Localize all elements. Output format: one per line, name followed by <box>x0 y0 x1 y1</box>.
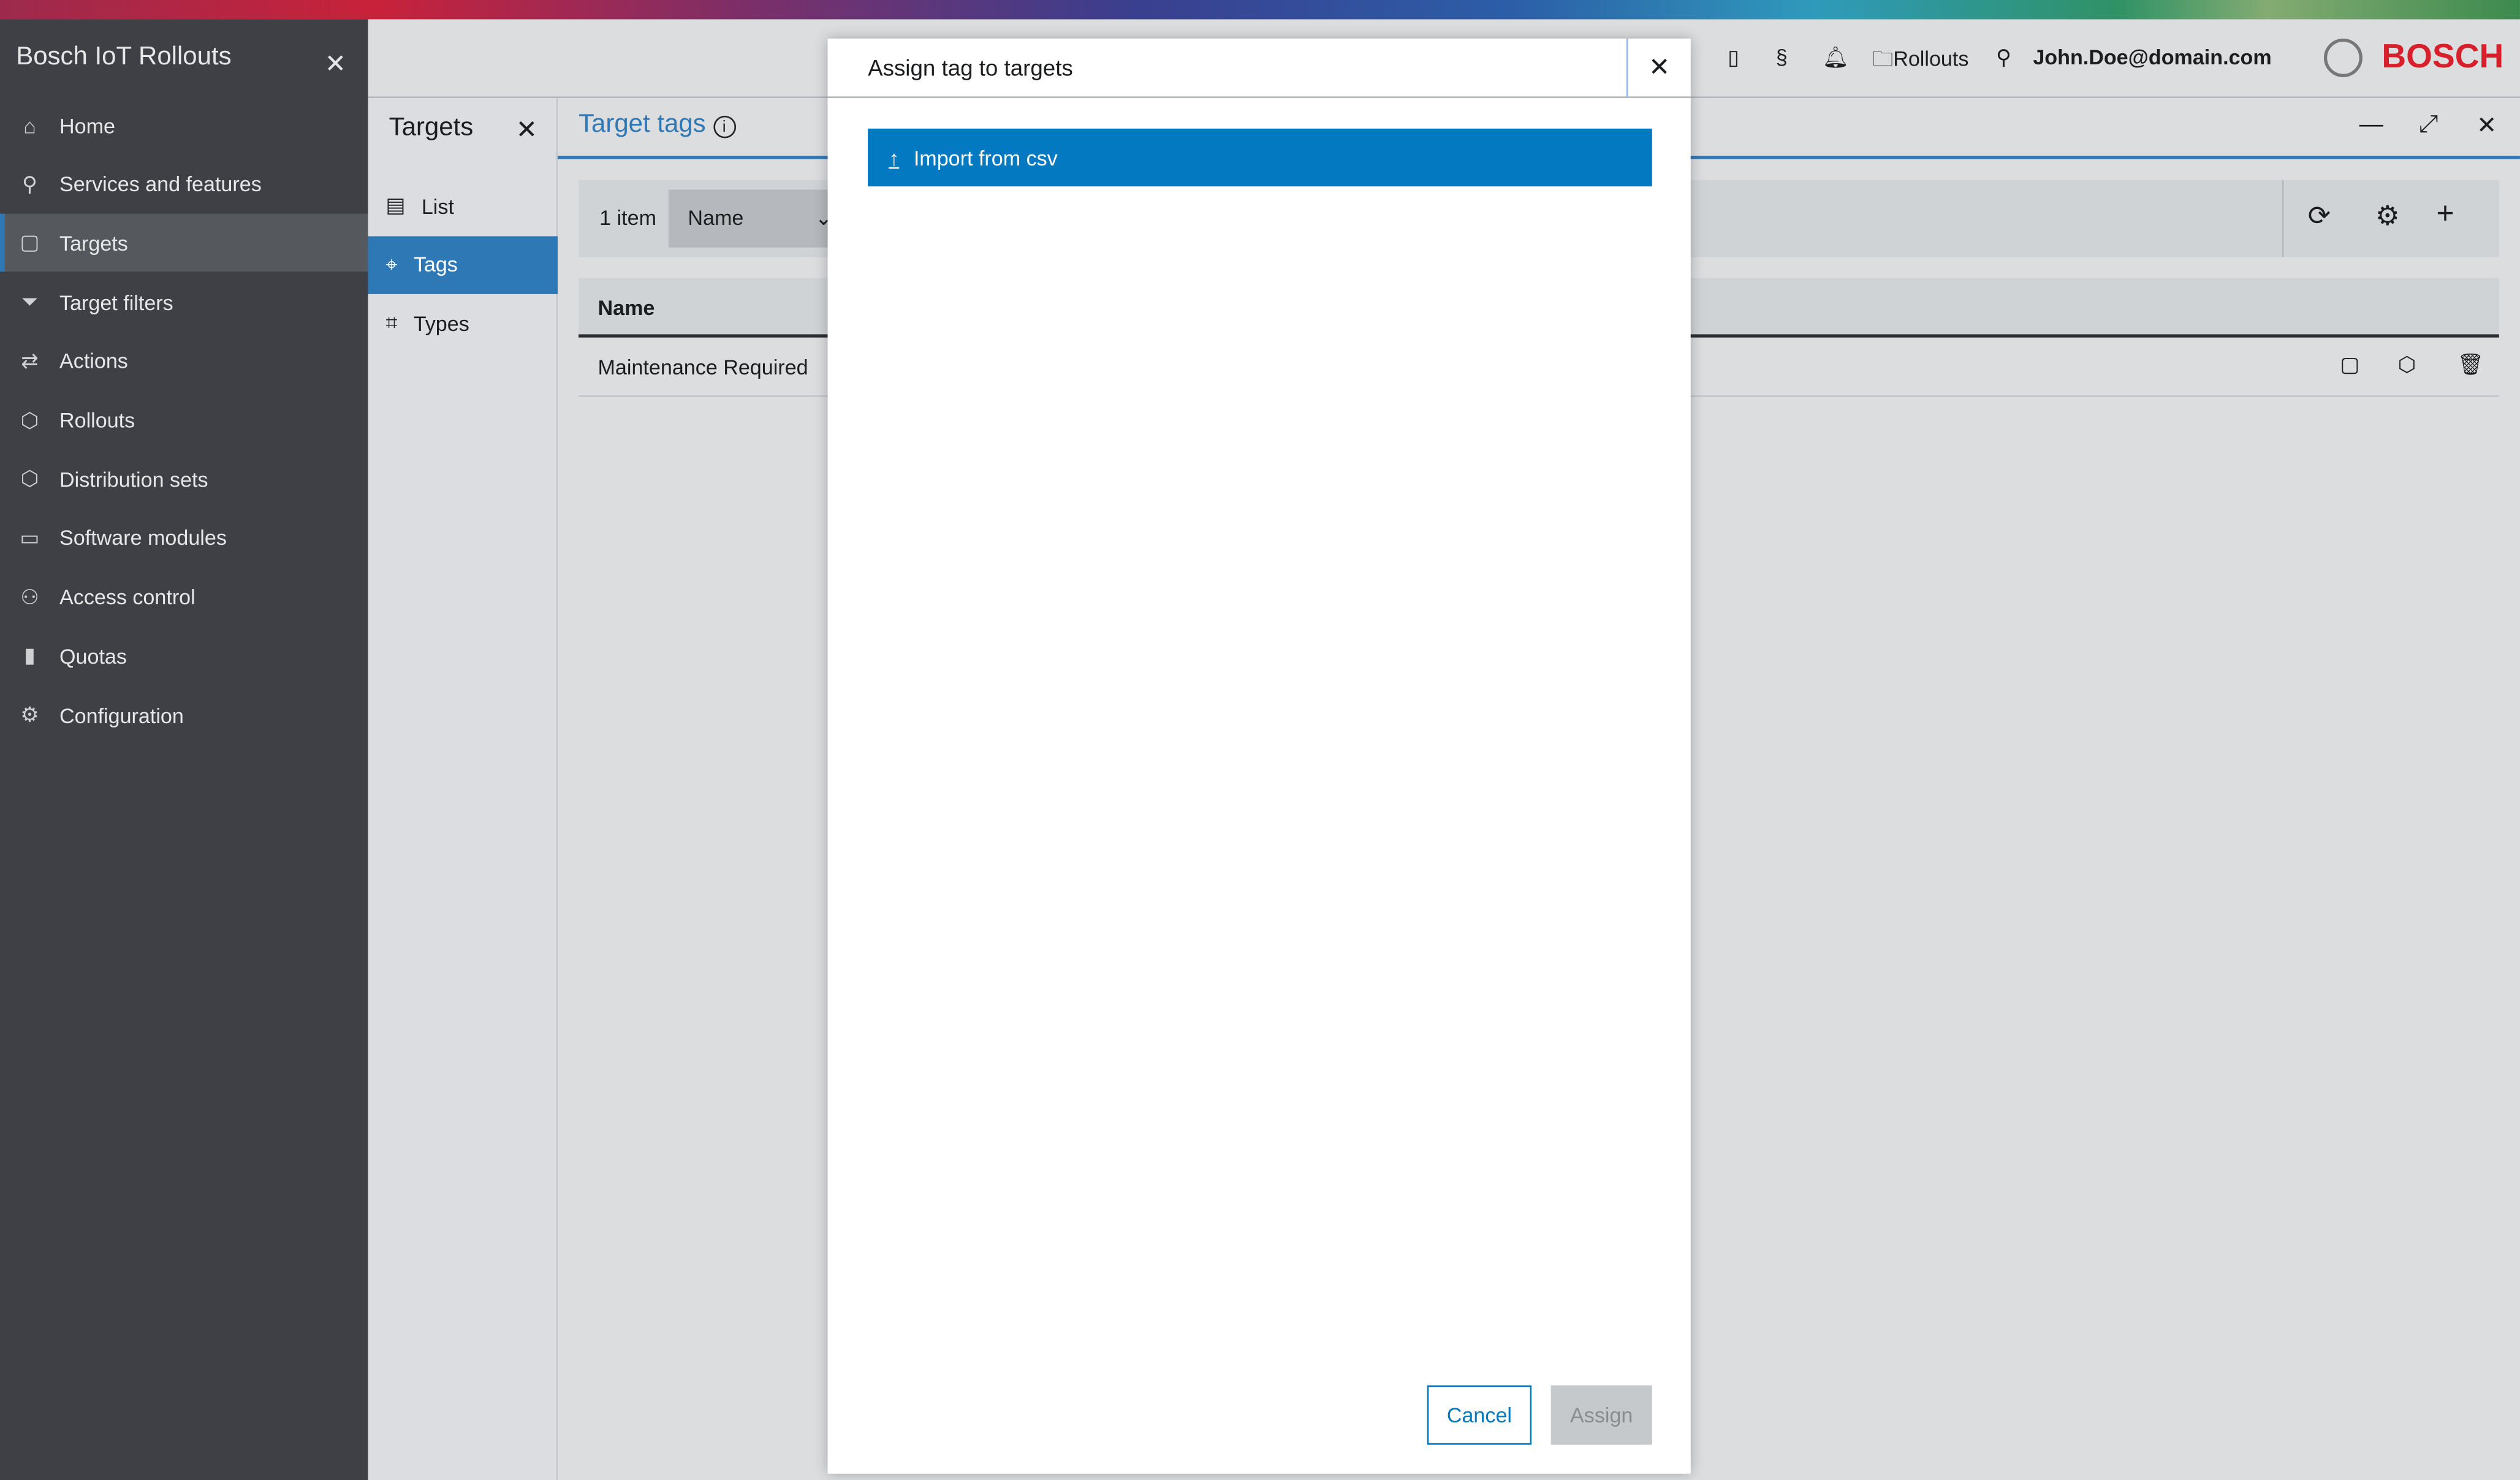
secondary-nav: Targets ✕ ▤ List ⌖ Tags ⌗ Types <box>368 97 558 1480</box>
secondary-item-label: Types <box>413 311 469 336</box>
bosch-logo-icon <box>2323 38 2362 77</box>
upload-icon: ↑ <box>889 145 900 170</box>
dialog-title: Assign tag to targets <box>868 55 1073 81</box>
nav-icon: ⏷ <box>21 289 39 314</box>
add-icon[interactable]: + <box>2437 198 2454 233</box>
sidebar-item-label: Quotas <box>59 644 127 669</box>
brand-stripe <box>0 0 2520 20</box>
sidebar-item-software-modules[interactable]: ▭ Software modules <box>0 509 368 567</box>
sidebar-item-quotas[interactable]: ▮ Quotas <box>0 628 368 685</box>
sidebar-item-label: Home <box>59 113 115 138</box>
sidebar-item-access-control[interactable]: ⚇ Access control <box>0 568 368 626</box>
nav-icon: ⚇ <box>20 584 39 609</box>
book-icon[interactable]: ▯ <box>1728 45 1739 70</box>
nav-icon: ⬡ <box>20 407 39 432</box>
app-title: Bosch IoT Rollouts <box>16 43 232 71</box>
sidebar: Bosch IoT Rollouts ✕ ⌂ Home ⚲ Services and … <box>0 19 368 1480</box>
info-icon[interactable]: i <box>713 115 736 139</box>
nav-icon: ⌖ <box>385 251 398 276</box>
secondary-item-list[interactable]: ▤ List <box>368 176 558 234</box>
legal-icon[interactable]: § <box>1776 45 1788 69</box>
dialog-header: Assign tag to targets ✕ <box>827 38 1691 98</box>
gear-icon[interactable]: ⚙ <box>2375 201 2400 233</box>
secondary-item-types[interactable]: ⌗ Types <box>368 295 558 352</box>
sidebar-item-label: Rollouts <box>59 408 135 433</box>
expand-icon[interactable]: ⤢ <box>2419 111 2438 139</box>
cancel-button[interactable]: Cancel <box>1427 1385 1532 1445</box>
sidebar-item-target-filters[interactable]: ⏷ Target filters <box>0 273 368 331</box>
sidebar-item-rollouts[interactable]: ⬡ Rollouts <box>0 392 368 449</box>
nav-icon: ▭ <box>20 525 40 550</box>
sidebar-item-home[interactable]: ⌂ Home <box>0 96 368 154</box>
sidebar-item-label: Configuration <box>59 703 184 727</box>
bosch-logo: BOSCH <box>2381 38 2504 76</box>
close-sidebar-icon[interactable]: ✕ <box>325 48 346 80</box>
minimize-icon[interactable]: — <box>2359 111 2383 139</box>
secondary-item-label: Tags <box>413 252 458 277</box>
refresh-icon[interactable]: ⟳ <box>2308 201 2331 233</box>
assign-tag-dialog: Assign tag to targets ✕ ↑ Import from csv… <box>827 38 1691 1474</box>
nav-icon: ⌗ <box>385 311 398 335</box>
sidebar-item-label: Actions <box>59 349 128 374</box>
close-dialog-icon[interactable]: ✕ <box>1626 38 1691 98</box>
secondary-title: Targets <box>389 114 474 142</box>
distribution-icon[interactable]: ⬡ <box>2398 352 2416 378</box>
user-icon: ⚲ <box>1996 45 2012 69</box>
nav-icon: ⬡ <box>20 466 39 491</box>
assign-target-icon[interactable]: ▢ <box>2340 352 2359 378</box>
trash-icon[interactable]: 🗑︎ <box>2457 352 2484 378</box>
user-email[interactable]: John.Doe@domain.com <box>2033 45 2271 69</box>
sidebar-item-label: Services and features <box>59 172 262 197</box>
column-name[interactable]: Name <box>598 296 655 320</box>
import-csv-button[interactable]: ↑ Import from csv <box>868 128 1652 187</box>
nav-icon: ⚙ <box>20 702 39 727</box>
sort-select[interactable]: Name ⌄ <box>668 189 846 248</box>
item-count: 1 item <box>599 205 657 230</box>
sidebar-item-label: Target filters <box>59 290 173 314</box>
row-name: Maintenance Required <box>598 355 808 379</box>
page-title: Target tags i <box>579 111 736 140</box>
sidebar-item-label: Distribution sets <box>59 467 208 491</box>
bell-icon[interactable]: 🔔︎ <box>1823 45 1849 70</box>
nav-icon: ▮ <box>24 643 36 668</box>
sidebar-item-distribution-sets[interactable]: ⬡ Distribution sets <box>0 450 368 508</box>
sidebar-item-label: Access control <box>59 585 195 610</box>
nav-icon: ⚲ <box>22 171 38 196</box>
sidebar-item-configuration[interactable]: ⚙ Configuration <box>0 686 368 744</box>
folder-icon: 🗀 <box>1872 47 1894 71</box>
close-panel-icon[interactable]: ✕ <box>2476 111 2497 140</box>
nav-icon: ▤ <box>385 192 406 218</box>
nav-icon: ▢ <box>20 230 40 255</box>
project-selector[interactable]: 🗀Rollouts <box>1872 45 1968 80</box>
sidebar-item-services-and-features[interactable]: ⚲ Services and features <box>0 156 368 213</box>
secondary-item-label: List <box>421 193 454 218</box>
sidebar-item-targets[interactable]: ▢ Targets <box>0 214 368 273</box>
close-icon[interactable]: ✕ <box>516 114 537 146</box>
secondary-item-tags[interactable]: ⌖ Tags <box>368 235 558 294</box>
sidebar-item-actions[interactable]: ⇄ Actions <box>0 332 368 390</box>
assign-button[interactable]: Assign <box>1550 1385 1652 1445</box>
nav-icon: ⌂ <box>23 113 36 138</box>
sidebar-item-label: Software modules <box>59 526 227 550</box>
sidebar-item-label: Targets <box>59 231 128 256</box>
nav-icon: ⇄ <box>21 348 39 373</box>
